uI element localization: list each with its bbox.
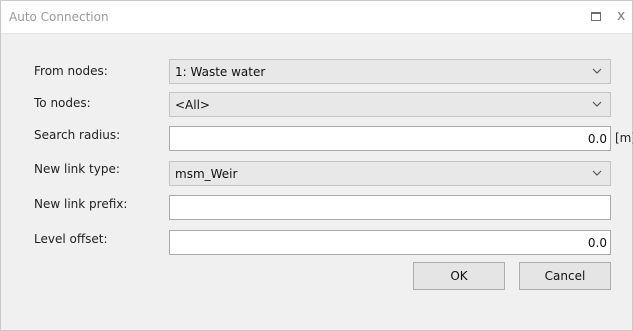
auto-connection-dialog: Auto Connection x From nodes: 1: Waste w…: [0, 0, 633, 331]
from-nodes-dropdown[interactable]: 1: Waste water: [169, 59, 611, 84]
cancel-button[interactable]: Cancel: [519, 262, 611, 290]
new-link-type-label: New link type:: [34, 162, 120, 176]
new-link-prefix-label: New link prefix:: [34, 197, 128, 211]
level-offset-label: Level offset:: [34, 232, 108, 246]
close-button[interactable]: x: [617, 7, 631, 25]
to-nodes-dropdown[interactable]: <All>: [169, 92, 611, 117]
search-radius-value: 0.0: [587, 132, 607, 146]
search-radius-label: Search radius:: [34, 128, 121, 142]
level-offset-value: 0.0: [587, 236, 607, 250]
chevron-down-icon: [592, 170, 602, 176]
chevron-down-icon: [592, 68, 602, 74]
title-bar[interactable]: Auto Connection x: [1, 1, 632, 34]
maximize-icon: [591, 12, 601, 21]
search-radius-unit: [m]: [615, 131, 633, 145]
new-link-type-value: msm_Weir: [175, 167, 238, 181]
search-radius-input[interactable]: 0.0: [169, 126, 611, 151]
new-link-type-dropdown[interactable]: msm_Weir: [169, 161, 611, 186]
to-nodes-label: To nodes:: [34, 96, 91, 110]
new-link-prefix-input[interactable]: [169, 195, 611, 220]
window-title: Auto Connection: [9, 10, 109, 24]
chevron-down-icon: [592, 101, 602, 107]
from-nodes-value: 1: Waste water: [175, 65, 266, 79]
to-nodes-value: <All>: [175, 98, 210, 112]
maximize-button[interactable]: [591, 12, 601, 21]
ok-button[interactable]: OK: [413, 262, 505, 290]
from-nodes-label: From nodes:: [34, 64, 108, 78]
level-offset-input[interactable]: 0.0: [169, 230, 611, 255]
